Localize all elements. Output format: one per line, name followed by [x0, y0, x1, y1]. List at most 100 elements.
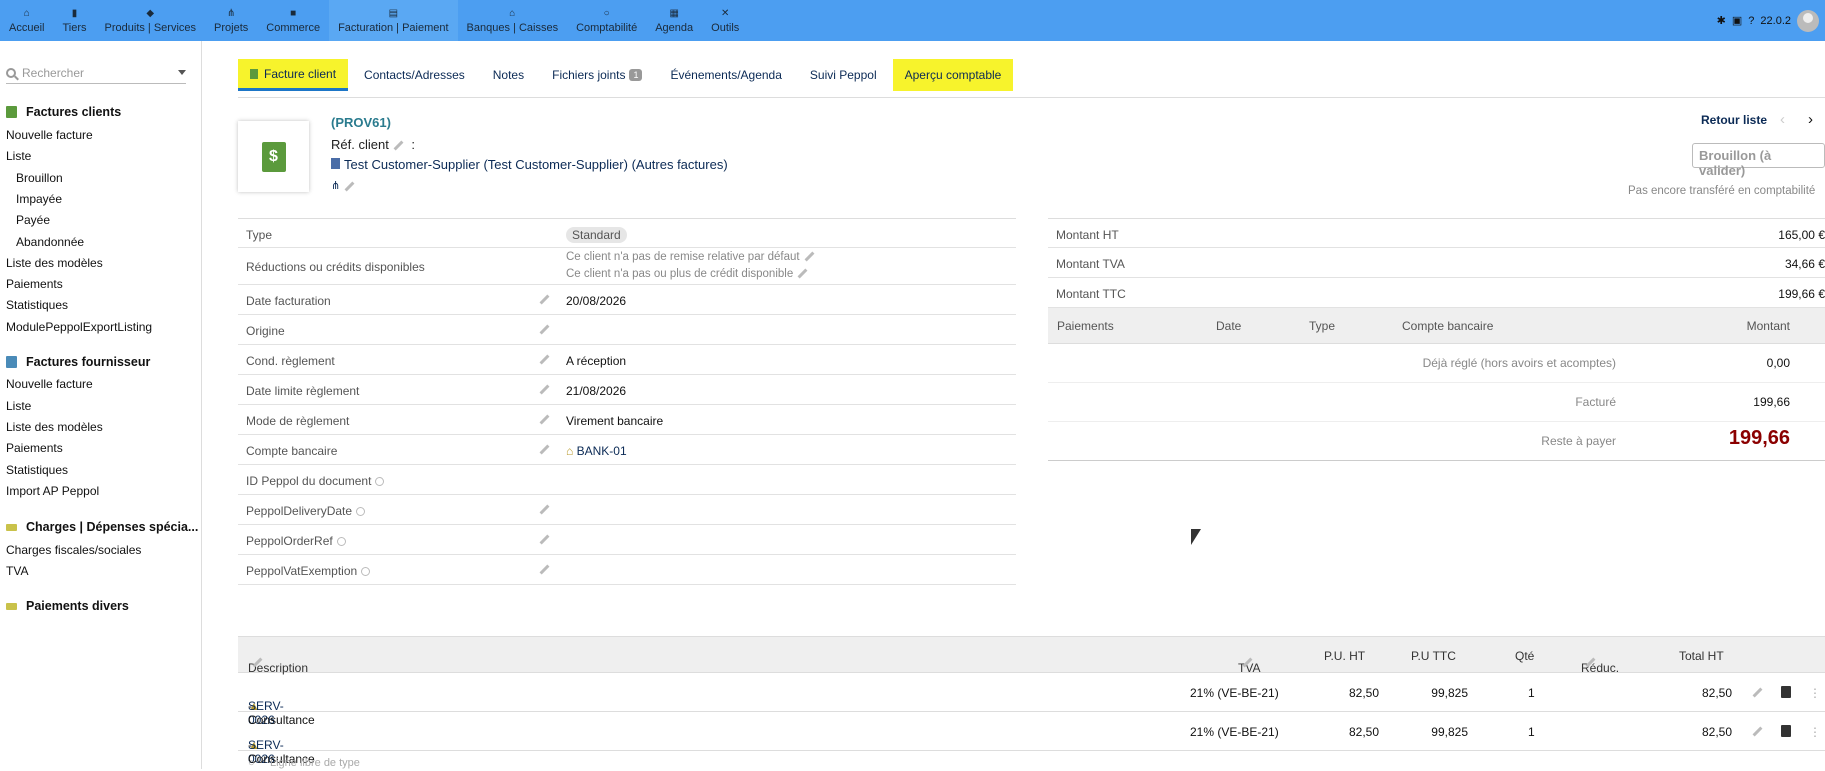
sidebar-item-charges-fiscales[interactable]: Charges fiscales/sociales: [6, 543, 141, 557]
sidebar-item-paiements-fourn[interactable]: Paiements: [6, 441, 63, 455]
menu-produits[interactable]: ◆ Produits | Services: [96, 0, 206, 41]
next-arrow-icon[interactable]: ›: [1808, 111, 1813, 128]
tab-label: Fichiers joints: [552, 68, 626, 82]
other-invoices-link[interactable]: (Autres factures): [632, 157, 728, 172]
line-puttc: 99,825: [1431, 686, 1468, 700]
sidebar-item-payee[interactable]: Payée: [16, 213, 50, 227]
sidebar-head-factures-clients[interactable]: Factures clients: [6, 105, 121, 119]
sidebar-item-nouvelle-facture-fourn[interactable]: Nouvelle facture: [6, 377, 93, 391]
bug-icon[interactable]: ✱: [1717, 14, 1726, 27]
edit-icon[interactable]: [1752, 726, 1763, 737]
tab-label: Facture client: [264, 66, 337, 81]
edit-icon[interactable]: [539, 324, 550, 335]
info-icon: [361, 567, 371, 577]
menu-label: Outils: [711, 22, 740, 34]
field-row-mode-reglement: Mode de règlement Virement bancaire: [238, 405, 1016, 435]
menu-banques[interactable]: ⌂ Banques | Caisses: [458, 0, 568, 41]
edit-icon[interactable]: [393, 140, 404, 151]
sidebar-item-liste-fourn[interactable]: Liste: [6, 399, 31, 413]
menu-outils[interactable]: ✕ Outils: [702, 0, 748, 41]
trash-icon[interactable]: [1781, 686, 1791, 698]
edit-icon[interactable]: [344, 181, 355, 192]
thirdparty-link[interactable]: Test Customer-Supplier (Test Customer-Su…: [344, 157, 628, 172]
edit-icon[interactable]: [539, 294, 550, 305]
tab-evenements[interactable]: Événements/Agenda: [658, 59, 793, 91]
bank-icon: ⌂: [509, 8, 516, 19]
tab-fichiers[interactable]: Fichiers joints 1: [540, 59, 654, 91]
edit-icon[interactable]: [539, 384, 550, 395]
edit-icon[interactable]: [539, 354, 550, 365]
free-line-select[interactable]: ○ Ligne libre de type: [238, 751, 1825, 771]
menu-label: Tiers: [62, 22, 87, 34]
help-icon[interactable]: ?: [1748, 15, 1754, 27]
radio-icon: ○: [248, 757, 255, 769]
avatar[interactable]: [1797, 9, 1819, 32]
print-icon[interactable]: ▣: [1732, 14, 1742, 27]
bank-link[interactable]: BANK-01: [577, 444, 627, 458]
field-value: 21/08/2026: [566, 384, 627, 398]
menu-projets[interactable]: ⋔ Projets: [205, 0, 257, 41]
trash-icon[interactable]: [1781, 725, 1791, 737]
prev-arrow-icon[interactable]: ‹: [1780, 111, 1785, 128]
search-dollar-icon: ○: [603, 8, 610, 19]
line-puttc: 99,825: [1431, 725, 1468, 739]
sidebar-item-import-peppol[interactable]: Import AP Peppol: [6, 484, 99, 498]
line-tva: 21% (VE-BE-21): [1190, 686, 1279, 700]
back-to-list-link[interactable]: Retour liste: [1701, 113, 1767, 127]
sidebar-item-liste-modeles-fourn[interactable]: Liste des modèles: [6, 420, 103, 434]
sidebar-head-factures-fournisseur[interactable]: Factures fournisseur: [6, 355, 150, 369]
sidebar-item-paiements[interactable]: Paiements: [6, 277, 63, 291]
edit-icon[interactable]: [539, 444, 550, 455]
col-montant: Montant: [1746, 319, 1790, 333]
search-input[interactable]: Rechercher: [6, 62, 186, 84]
col-puttc: P.U TTC: [1411, 649, 1456, 663]
sidebar-item-abandonnee[interactable]: Abandonnée: [16, 235, 84, 249]
menu-accueil[interactable]: ⌂ Accueil: [0, 0, 53, 41]
drag-handle-icon[interactable]: ⋮: [1809, 686, 1821, 700]
field-label-text: PeppolOrderRef: [246, 534, 333, 548]
menu-comptabilite[interactable]: ○ Comptabilité: [567, 0, 646, 41]
tab-contacts[interactable]: Contacts/Adresses: [352, 59, 477, 91]
field-row-origine: Origine: [238, 315, 1016, 345]
edit-icon[interactable]: [1752, 687, 1763, 698]
edit-icon[interactable]: [797, 269, 808, 279]
field-row-peppol-orderref: PeppolOrderRef: [238, 525, 1016, 555]
sidebar-item-statistiques-fourn[interactable]: Statistiques: [6, 463, 68, 477]
menu-label: Agenda: [655, 22, 694, 34]
menu-label: Projets: [214, 22, 249, 34]
mouse-cursor: [1191, 529, 1201, 545]
menu-facturation[interactable]: ▤ Facturation | Paiement: [329, 0, 458, 41]
chevron-down-icon[interactable]: [178, 70, 186, 75]
table-row: ▲ SERV-0026 - Consultance 21% (VE-BE-21)…: [238, 673, 1825, 727]
menu-label: Accueil: [9, 22, 45, 34]
sidebar-item-liste-modeles[interactable]: Liste des modèles: [6, 256, 103, 270]
sidebar-item-peppol-export[interactable]: ModulePeppolExportListing: [6, 320, 152, 334]
payment-label: Reste à payer: [1541, 434, 1616, 448]
edit-icon[interactable]: [539, 414, 550, 425]
invoice-icon: [6, 106, 17, 118]
edit-icon[interactable]: [804, 252, 815, 262]
edit-icon[interactable]: [539, 504, 550, 515]
edit-icon[interactable]: [539, 564, 550, 575]
sidebar-item-brouillon[interactable]: Brouillon: [16, 171, 63, 185]
sidebar-item-impayee[interactable]: Impayée: [16, 192, 62, 206]
sidebar-head-charges[interactable]: Charges | Dépenses spécia...: [6, 520, 198, 534]
tab-suivi-peppol[interactable]: Suivi Peppol: [798, 59, 889, 91]
sidebar-item-statistiques[interactable]: Statistiques: [6, 298, 68, 312]
sidebar-item-nouvelle-facture[interactable]: Nouvelle facture: [6, 128, 93, 142]
sidebar-item-liste[interactable]: Liste: [6, 149, 31, 163]
menu-tiers[interactable]: ▮ Tiers: [53, 0, 95, 41]
drag-handle-icon[interactable]: ⋮: [1809, 725, 1821, 739]
menu-agenda[interactable]: ▦ Agenda: [646, 0, 702, 41]
tab-apercu-comptable[interactable]: Aperçu comptable: [892, 59, 1014, 91]
edit-icon[interactable]: [539, 534, 550, 545]
field-value: A réception: [566, 354, 627, 368]
menu-commerce[interactable]: ■ Commerce: [257, 0, 329, 41]
field-value-2: Ce client n'a pas ou plus de crédit disp…: [566, 268, 812, 280]
tab-facture-client[interactable]: Facture client: [238, 59, 349, 91]
amount-label: Montant HT: [1056, 228, 1119, 242]
version-label: 22.0.2: [1760, 14, 1791, 27]
sidebar-item-tva[interactable]: TVA: [6, 564, 28, 578]
sidebar-head-paiements-divers[interactable]: Paiements divers: [6, 599, 129, 613]
tab-notes[interactable]: Notes: [481, 59, 536, 91]
